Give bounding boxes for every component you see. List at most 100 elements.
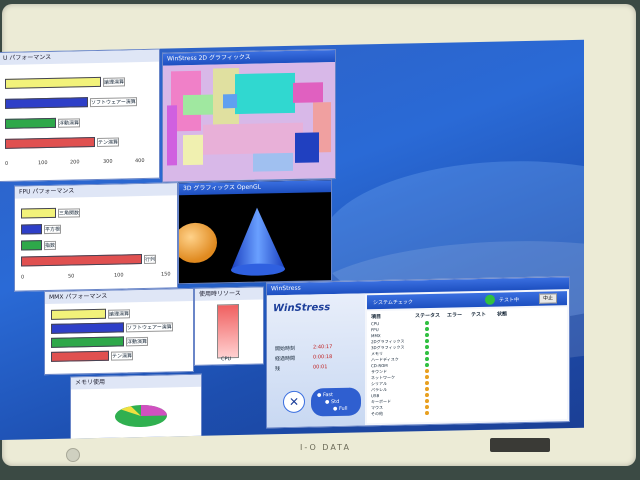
- perf-bar: [5, 117, 56, 129]
- status-dot-icon: [425, 339, 429, 344]
- axis-tick: 200: [70, 159, 80, 166]
- logo-panel: WinStress 開始時刻 2:40:17 経過時間 0:00:18 残 00:01 ✕…: [267, 293, 365, 428]
- perf-bar-label: 論理演算: [103, 77, 126, 87]
- bar-chart: 論理演算ソフトウェアー演算 浮動演算テン演算: [45, 301, 193, 374]
- stop-button[interactable]: 中止: [539, 293, 558, 304]
- info-key: 開始時刻: [275, 345, 296, 353]
- info-key: 残: [275, 366, 281, 373]
- row-label: FPU: [371, 327, 379, 333]
- usage-label: CPU: [221, 356, 232, 363]
- status-dot-icon: [425, 411, 429, 416]
- axis-tick: 150: [161, 271, 171, 278]
- info-key: 経過時間: [275, 355, 296, 363]
- status-dot-icon: [425, 321, 429, 326]
- perf-bar: [51, 336, 124, 348]
- memory-window[interactable]: メモリ使用: [70, 373, 202, 441]
- graphics-2d-canvas: [163, 61, 335, 182]
- status-dot-icon: [425, 327, 429, 332]
- perf-bar-label: 指数: [44, 240, 57, 251]
- status-dot-icon: [425, 375, 429, 380]
- perf-bar-label: 浮動演算: [126, 336, 149, 347]
- ok-icon: [485, 294, 495, 305]
- status-dot-icon: [425, 363, 429, 368]
- table-header: 状態: [497, 311, 508, 318]
- perf-bar: [5, 76, 101, 89]
- status-dot-icon: [425, 357, 429, 362]
- row-label: CPU: [371, 321, 380, 327]
- options-group: ● Fast ● Std ● Full: [311, 387, 361, 417]
- graphics-2d-window[interactable]: WinStress 2D グラフィックス: [162, 48, 336, 183]
- cpu-performance-window[interactable]: U パフォーマンス 論理演算 ソフトウェアー演算 浮動演算 テン演算 0 100 200 30…: [0, 48, 160, 183]
- winstress-logo: WinStress: [273, 302, 331, 315]
- perf-bar-label: 浮動演算: [58, 118, 81, 128]
- perf-bar: [21, 207, 56, 219]
- perf-bar: [51, 308, 106, 320]
- winstress-main-window[interactable]: WinStress WinStress 開始時刻 2:40:17 経過時間 0:00:…: [266, 276, 570, 429]
- x-logo-icon: ✕: [283, 390, 305, 414]
- power-led[interactable]: [66, 448, 80, 462]
- graphics-3d-window[interactable]: 3D グラフィックス OpenGL: [178, 179, 332, 285]
- axis-tick: 100: [114, 272, 124, 279]
- brand-label: I-O DATA: [300, 443, 351, 452]
- window-title: 使用時リソース: [195, 287, 263, 301]
- perf-bar: [51, 322, 124, 334]
- status-title: システムチェック: [373, 299, 413, 307]
- status-dot-icon: [425, 381, 429, 386]
- axis-tick: 50: [68, 273, 75, 280]
- desktop-screen: U パフォーマンス 論理演算 ソフトウェアー演算 浮動演算 テン演算 0 100 200 30…: [0, 39, 584, 441]
- perf-bar-label: テン演算: [97, 137, 120, 147]
- model-badge: [490, 438, 550, 452]
- option-fast[interactable]: ● Fast: [317, 392, 333, 398]
- option-std[interactable]: ● Std: [325, 399, 339, 405]
- row-label: その他: [371, 410, 383, 417]
- option-full[interactable]: ● Full: [333, 406, 348, 412]
- axis-tick: 400: [135, 157, 145, 165]
- perf-bar-label: 行列: [144, 254, 157, 264]
- table-header: 項目: [371, 314, 382, 321]
- bar-chart: 論理演算ソフトウェアー演算 浮動演算テン演算 0 100 200 300 400: [0, 62, 159, 181]
- perf-bar: [5, 97, 88, 109]
- info-value: 00:01: [313, 364, 328, 371]
- perf-bar-label: 平方根: [44, 224, 62, 235]
- status-dot-icon: [425, 345, 429, 350]
- memory-pie: [115, 405, 167, 428]
- perf-bar-label: テン演算: [111, 351, 134, 361]
- resource-usage-window[interactable]: 使用時リソース CPU: [194, 286, 264, 366]
- row-label: CD-ROM: [371, 362, 388, 369]
- check-table: 項目 ステータス エラー テスト 状態 CPU FPU MMX 2Dグラフィックス 3Dグラフィッ…: [367, 307, 567, 424]
- usage-meter: [217, 303, 239, 359]
- perf-bar: [5, 137, 95, 149]
- table-header: ステータス: [415, 312, 441, 320]
- status-header: システムチェック テスト中: [367, 291, 567, 310]
- status-dot-icon: [425, 393, 429, 398]
- status-dot-icon: [425, 369, 429, 374]
- mmx-performance-window[interactable]: MMX パフォーマンス 論理演算 ソフトウェアー演算 浮動演算 テン演算: [44, 287, 194, 376]
- row-label: MMX: [371, 333, 381, 339]
- status-text: テスト中: [499, 297, 520, 304]
- perf-bar: [21, 254, 142, 267]
- bar-chart: 三角関数平方根指数行列 0 50 100 150: [15, 195, 177, 290]
- status-dot-icon: [425, 333, 429, 338]
- status-dot-icon: [425, 399, 429, 404]
- table-header: エラー: [447, 312, 463, 319]
- row-label: USB: [371, 393, 380, 399]
- info-value: 0:00:18: [313, 354, 333, 361]
- perf-bar-label: 論理演算: [108, 309, 131, 319]
- graphics-3d-canvas: [179, 207, 285, 276]
- perf-bar-label: 三角関数: [58, 208, 81, 218]
- axis-tick: 300: [103, 158, 113, 165]
- axis-tick: 100: [38, 160, 48, 167]
- perf-bar: [21, 224, 42, 235]
- axis-tick: 0: [5, 160, 9, 167]
- fpu-performance-window[interactable]: FPU パフォーマンス 三角関数 平方根 指数 行列 0 50 100 150: [14, 182, 178, 292]
- table-header: テスト: [471, 311, 487, 319]
- axis-tick: 0: [21, 274, 25, 281]
- info-value: 2:40:17: [313, 344, 333, 351]
- perf-bar: [21, 240, 42, 251]
- perf-bar-label: ソフトウェアー演算: [90, 97, 137, 108]
- status-dot-icon: [425, 351, 429, 356]
- status-dot-icon: [425, 387, 429, 392]
- perf-bar: [51, 350, 109, 362]
- status-dot-icon: [425, 405, 429, 410]
- perf-bar-label: ソフトウェアー演算: [126, 322, 173, 333]
